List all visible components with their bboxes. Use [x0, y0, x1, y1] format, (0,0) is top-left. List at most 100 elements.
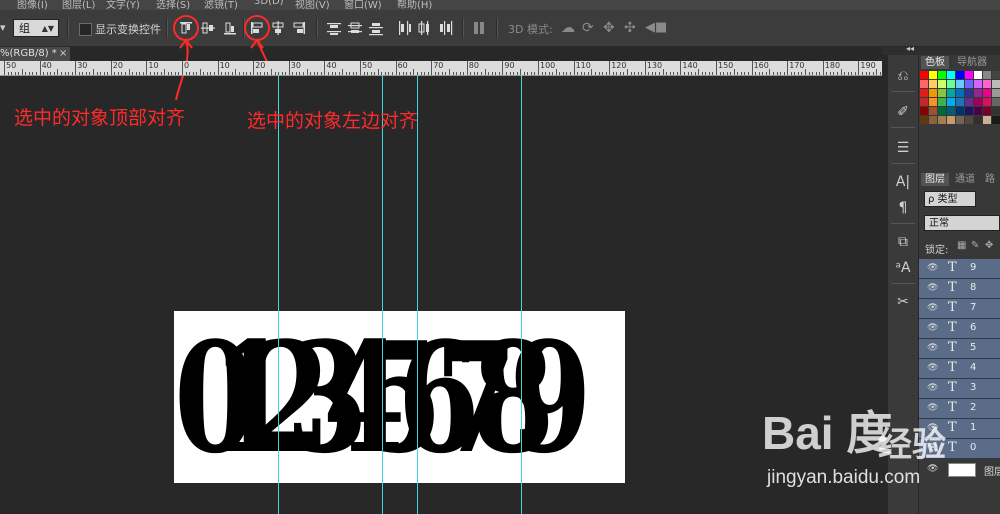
char-style-icon[interactable]: ᵃA [891, 257, 915, 279]
color-swatch[interactable] [920, 107, 928, 115]
align-right-edges-icon[interactable] [291, 20, 307, 36]
blend-mode-select[interactable]: 正常 [924, 215, 1000, 231]
visibility-eye-icon[interactable]: 👁 [927, 343, 938, 353]
panel-collapse-bar[interactable]: ◂◂ [882, 44, 1000, 55]
color-swatch[interactable] [920, 71, 928, 79]
brush-preset-icon[interactable]: ✐ [891, 101, 915, 123]
layer-kind-filter[interactable]: ρ 类型 [924, 191, 976, 207]
color-swatch[interactable] [992, 107, 1000, 115]
color-swatch[interactable] [920, 98, 928, 106]
color-swatch[interactable] [938, 116, 946, 124]
visibility-eye-icon[interactable]: 👁 [927, 283, 938, 293]
color-swatch[interactable] [965, 116, 973, 124]
tab-swatches[interactable]: 色板 [921, 56, 949, 69]
color-swatch[interactable] [983, 71, 991, 79]
visibility-eye-icon[interactable]: 👁 [927, 383, 938, 393]
color-swatch[interactable] [974, 116, 982, 124]
color-swatch[interactable] [938, 107, 946, 115]
distribute-left-icon[interactable] [396, 20, 412, 36]
clone-source-icon[interactable]: ⧉ [891, 231, 915, 253]
menu-item[interactable]: 图层(L) [62, 0, 95, 10]
color-swatch[interactable] [947, 98, 955, 106]
color-swatch[interactable] [929, 107, 937, 115]
color-swatch[interactable] [920, 89, 928, 97]
distribute-right-icon[interactable] [437, 20, 453, 36]
layer-row[interactable]: 👁 T 3 [919, 379, 1000, 399]
tools-preset-icon[interactable]: ✂ [891, 291, 915, 313]
color-swatch[interactable] [929, 71, 937, 79]
color-swatch[interactable] [938, 89, 946, 97]
color-swatch[interactable] [965, 71, 973, 79]
color-swatch[interactable] [983, 107, 991, 115]
color-swatch[interactable] [974, 80, 982, 88]
menu-item[interactable]: 窗口(W) [344, 0, 382, 10]
color-swatch[interactable] [974, 71, 982, 79]
collapse-panels-icon[interactable]: ◂◂ [906, 44, 914, 53]
color-swatch[interactable] [938, 98, 946, 106]
color-swatch[interactable] [992, 89, 1000, 97]
auto-align-icon[interactable] [472, 20, 488, 36]
menu-item[interactable]: 3D(D) [254, 0, 284, 7]
menu-item[interactable]: 文字(Y) [106, 0, 140, 10]
color-swatch[interactable] [992, 98, 1000, 106]
color-swatch[interactable] [947, 71, 955, 79]
color-swatch[interactable] [983, 116, 991, 124]
distribute-hcenter-icon[interactable] [416, 20, 432, 36]
color-swatch[interactable] [983, 98, 991, 106]
color-swatch[interactable] [956, 98, 964, 106]
layer-row[interactable]: 👁 T 7 [919, 299, 1000, 319]
layer-row[interactable]: 👁 T 8 [919, 279, 1000, 299]
visibility-eye-icon[interactable]: 👁 [927, 323, 938, 333]
auto-select-dropdown[interactable]: 组 ▲▼ [13, 19, 59, 37]
tab-paths[interactable]: 路 [981, 173, 999, 186]
color-swatch[interactable] [947, 116, 955, 124]
color-swatch[interactable] [956, 107, 964, 115]
color-swatch[interactable] [929, 80, 937, 88]
guide-line[interactable] [521, 75, 522, 514]
menu-item[interactable]: 帮助(H) [397, 0, 432, 10]
layer-row[interactable]: 👁 T 6 [919, 319, 1000, 339]
color-swatch[interactable] [965, 80, 973, 88]
color-swatch[interactable] [929, 116, 937, 124]
slide-3d-icon[interactable]: ✣ [624, 20, 640, 36]
tool-preset-arrow-icon[interactable]: ▾ [0, 21, 6, 34]
color-swatch[interactable] [974, 89, 982, 97]
lock-transparent-icon[interactable]: ▦ [957, 240, 966, 251]
rotate-3d-icon[interactable]: ☁ [561, 20, 577, 36]
tab-navigator[interactable]: 导航器 [953, 56, 991, 69]
visibility-eye-icon[interactable]: 👁 [927, 263, 938, 273]
color-swatch[interactable] [956, 89, 964, 97]
color-swatch[interactable] [920, 80, 928, 88]
roll-3d-icon[interactable]: ⟳ [582, 20, 598, 36]
distribute-vcenter-icon[interactable] [347, 20, 363, 36]
color-swatch[interactable] [938, 71, 946, 79]
color-swatch[interactable] [947, 89, 955, 97]
close-icon[interactable]: × [59, 47, 67, 61]
swatch-grid[interactable] [920, 71, 1000, 161]
show-transform-checkbox[interactable] [79, 23, 92, 36]
menu-item[interactable]: 滤镜(T) [204, 0, 238, 10]
color-swatch[interactable] [965, 107, 973, 115]
visibility-eye-icon[interactable]: 👁 [927, 363, 938, 373]
horizontal-ruler[interactable]: 50 40 30 20 10 0 10 20 30 40 50 60 70 80 90 100 110 120 13… [0, 61, 882, 76]
color-swatch[interactable] [956, 80, 964, 88]
document-tab[interactable]: %(RGB/8) * × [0, 47, 70, 61]
tab-layers[interactable]: 图层 [921, 173, 949, 186]
color-swatch[interactable] [956, 71, 964, 79]
guide-line[interactable] [278, 75, 279, 514]
color-swatch[interactable] [965, 89, 973, 97]
layer-row[interactable]: 👁 T 5 [919, 339, 1000, 359]
align-horizontal-centers-icon[interactable] [270, 20, 286, 36]
properties-icon[interactable]: ☰ [891, 137, 915, 159]
color-swatch[interactable] [938, 80, 946, 88]
distribute-top-icon[interactable] [326, 20, 342, 36]
guide-line[interactable] [382, 75, 383, 514]
lock-pixels-icon[interactable]: ✎ [971, 240, 979, 251]
history-icon[interactable]: ⎌ [891, 65, 915, 87]
color-swatch[interactable] [947, 80, 955, 88]
color-swatch[interactable] [992, 71, 1000, 79]
color-swatch[interactable] [929, 98, 937, 106]
lock-position-icon[interactable]: ✥ [985, 240, 993, 251]
visibility-eye-icon[interactable]: 👁 [927, 303, 938, 313]
color-swatch[interactable] [983, 80, 991, 88]
